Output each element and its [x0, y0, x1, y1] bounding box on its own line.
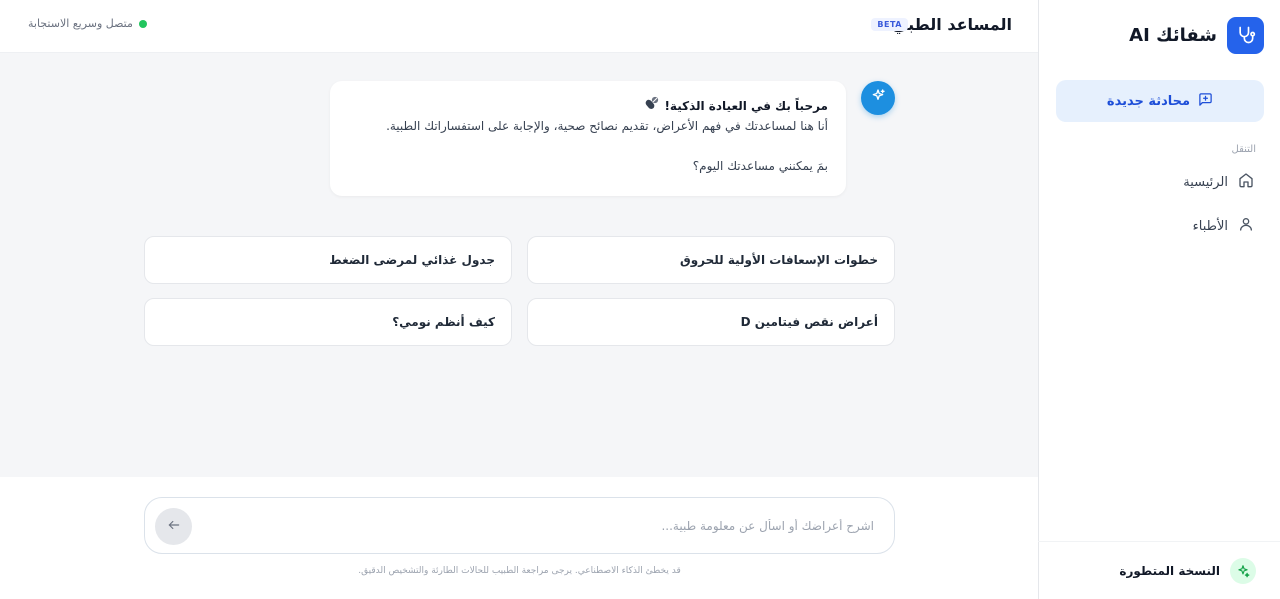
sidebar-item-label: الأطباء	[1192, 218, 1228, 234]
sidebar: شفائك AI محادثة جديدة التنقل الرئيسية ال…	[1038, 0, 1280, 599]
pills-icon	[645, 95, 660, 116]
brand[interactable]: شفائك AI	[1055, 16, 1264, 54]
nav-section-label: التنقل	[1231, 144, 1257, 155]
bot-avatar	[861, 81, 895, 115]
welcome-question: بمَ يمكنني مساعدتك اليوم؟	[692, 159, 828, 173]
welcome-title-row: مرحباً بك في العيادة الذكية!	[348, 95, 828, 116]
sparkle-icon	[1230, 557, 1256, 584]
chat-area[interactable]: مرحباً بك في العيادة الذكية! أنا هنا لمس…	[0, 53, 1038, 477]
welcome-title: مرحباً بك في العيادة الذكية!	[664, 98, 828, 113]
send-button[interactable]	[155, 508, 192, 545]
sparkle-icon	[870, 88, 886, 108]
brand-name: شفائك AI	[1129, 24, 1217, 46]
user-icon	[1238, 216, 1254, 236]
suggestion-button[interactable]: خطوات الإسعافات الأولية للحروق	[527, 236, 895, 284]
suggestion-button[interactable]: أعراض نقص فيتامين D	[527, 298, 895, 346]
arrow-left-icon	[167, 517, 181, 536]
header: المساعد الطبي BETA متصل وسريع الاستجابة	[0, 0, 1038, 53]
sidebar-item-doctors[interactable]: الأطباء	[1056, 210, 1264, 242]
sidebar-item-label: الرئيسية	[1183, 174, 1228, 190]
page-title: المساعد الطبي	[891, 15, 1012, 34]
new-chat-label: محادثة جديدة	[1106, 93, 1191, 109]
new-chat-button[interactable]: محادثة جديدة	[1056, 80, 1264, 122]
main-panel: المساعد الطبي BETA متصل وسريع الاستجابة …	[0, 0, 1038, 599]
composer: قد يخطئ الذكاء الاصطناعي. يرجى مراجعة ال…	[0, 477, 1038, 599]
disclaimer: قد يخطئ الذكاء الاصطناعي. يرجى مراجعة ال…	[358, 566, 681, 576]
home-icon	[1238, 172, 1254, 192]
sidebar-footer[interactable]: النسخة المتطورة	[1038, 541, 1280, 599]
sidebar-item-home[interactable]: الرئيسية	[1056, 166, 1264, 198]
welcome-message: مرحباً بك في العيادة الذكية! أنا هنا لمس…	[330, 81, 846, 196]
suggestion-button[interactable]: جدول غذائي لمرضى الضغط	[144, 236, 512, 284]
connection-status: متصل وسريع الاستجابة	[28, 17, 147, 30]
version-label: النسخة المتطورة	[1119, 563, 1220, 578]
status-dot	[138, 19, 147, 28]
status-text: متصل وسريع الاستجابة	[28, 17, 133, 30]
welcome-body: أنا هنا لمساعدتك في فهم الأعراض، تقديم ن…	[386, 119, 828, 133]
suggestion-button[interactable]: كيف أنظم نومي؟	[144, 298, 512, 346]
beta-badge: BETA	[871, 18, 908, 31]
chat-plus-icon	[1198, 92, 1213, 111]
stethoscope-icon	[1227, 16, 1264, 54]
message-input-box	[144, 497, 895, 554]
message-input[interactable]	[205, 498, 874, 553]
